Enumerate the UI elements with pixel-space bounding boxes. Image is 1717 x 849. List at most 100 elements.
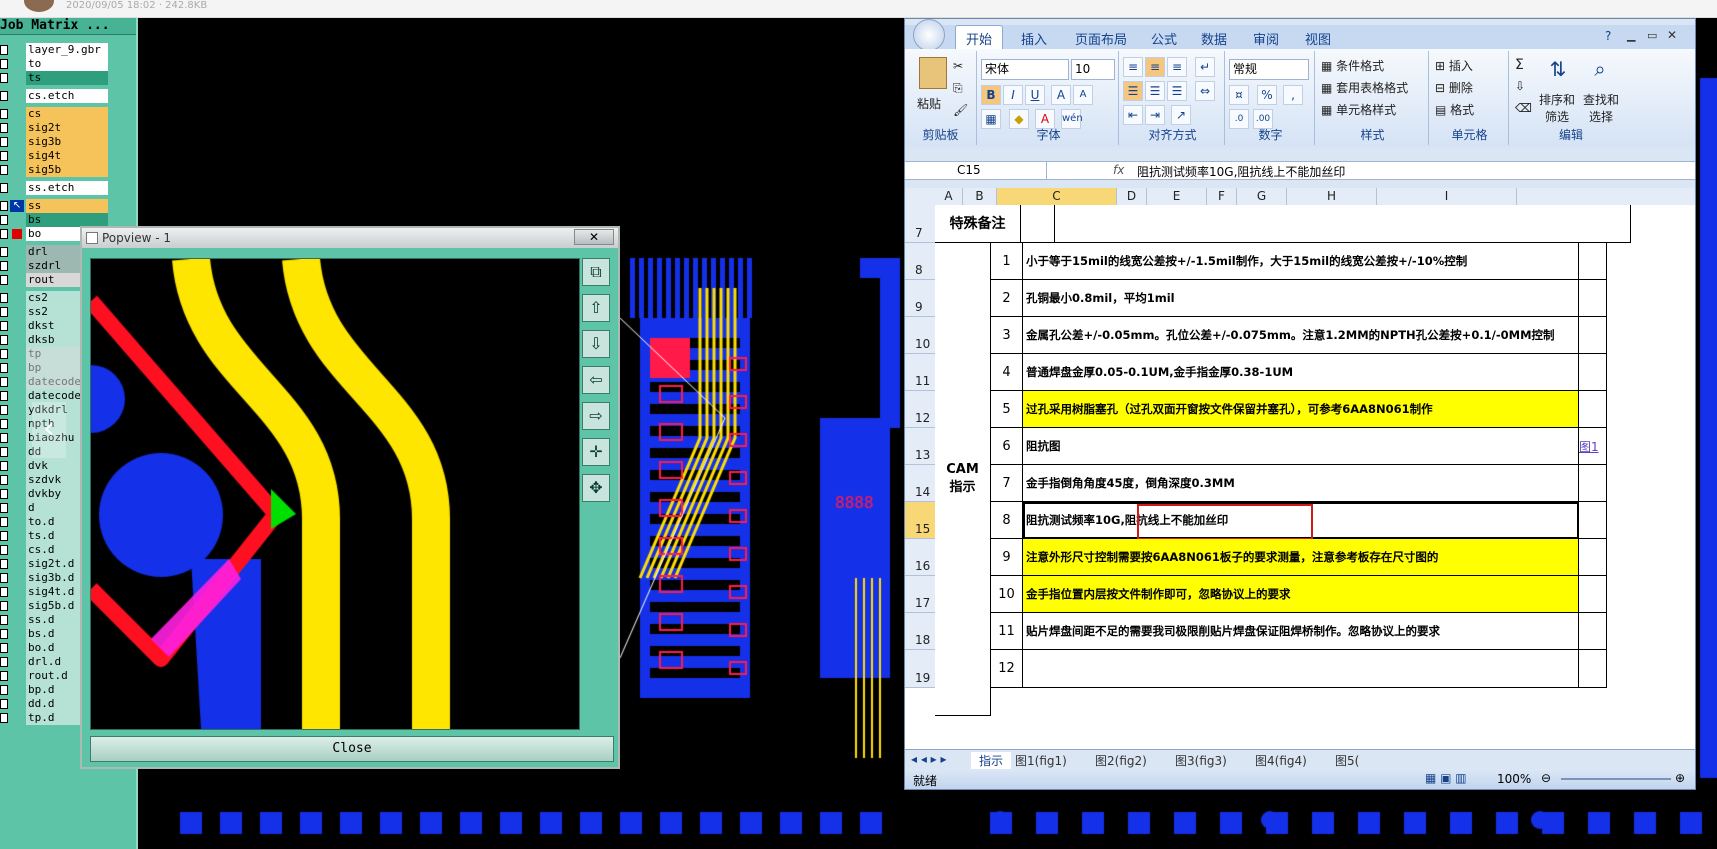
underline-button[interactable]: U xyxy=(1025,85,1045,105)
layer-checkbox[interactable] xyxy=(0,137,8,147)
tab-formulas[interactable]: 公式 xyxy=(1151,29,1177,48)
item-number-cell[interactable]: 8 xyxy=(991,502,1023,539)
comma-icon[interactable]: , xyxy=(1283,85,1303,105)
layer-name[interactable]: ss.etch xyxy=(26,181,108,195)
merge-center-icon[interactable]: ⇔ xyxy=(1195,81,1215,101)
layer-row[interactable]: sig4t xyxy=(0,149,138,163)
layer-checkbox[interactable] xyxy=(0,391,8,401)
zoom-in-icon[interactable]: ✛ xyxy=(582,438,610,466)
layer-checkbox[interactable] xyxy=(0,545,8,555)
bold-button[interactable]: B xyxy=(981,85,1001,105)
help-icon[interactable]: ? xyxy=(1605,29,1611,43)
popview-canvas[interactable] xyxy=(90,258,580,730)
font-name-field[interactable]: 宋体 xyxy=(981,59,1069,80)
grid-cell[interactable] xyxy=(1579,465,1607,502)
item-number-cell[interactable]: 10 xyxy=(991,576,1023,613)
view-icons[interactable]: ▦ ▣ ▥ xyxy=(1425,771,1467,785)
conditional-format-button[interactable]: ▦ 条件格式 xyxy=(1321,57,1384,74)
item-number-cell[interactable]: 2 xyxy=(991,280,1023,317)
layer-checkbox[interactable] xyxy=(0,335,8,345)
column-header[interactable]: C xyxy=(997,188,1117,205)
increase-indent-icon[interactable]: ⇥ xyxy=(1145,105,1165,125)
layer-checkbox[interactable] xyxy=(0,215,8,225)
align-center-icon[interactable]: ☰ xyxy=(1145,81,1165,101)
percent-button[interactable]: % xyxy=(1257,85,1277,105)
fx-icon[interactable]: fx xyxy=(1113,163,1124,177)
grid-cell[interactable] xyxy=(1579,280,1607,317)
grid-cell[interactable] xyxy=(1055,205,1631,243)
column-header[interactable]: I xyxy=(1377,188,1517,205)
layer-checkbox[interactable] xyxy=(0,363,8,373)
grow-font-button[interactable]: A xyxy=(1051,85,1071,105)
grid-cell[interactable] xyxy=(1021,205,1055,243)
currency-icon[interactable]: ¤ xyxy=(1229,85,1249,105)
layer-checkbox[interactable] xyxy=(0,671,8,681)
layer-checkbox[interactable] xyxy=(0,447,8,457)
restore-icon[interactable]: ▭ xyxy=(1647,29,1657,42)
layer-name[interactable]: sig4t xyxy=(26,149,108,163)
instruction-cell[interactable]: 金手指位置内层按文件制作即可，忽略协议上的要求 xyxy=(1023,576,1579,613)
layer-checkbox[interactable] xyxy=(0,503,8,513)
layer-checkbox[interactable] xyxy=(0,629,8,639)
sheet-tab[interactable]: 指示 xyxy=(971,752,1012,769)
sheet-tab[interactable]: 图3(fig3) xyxy=(1175,752,1227,769)
layer-checkbox[interactable] xyxy=(0,601,8,611)
layer-checkbox[interactable] xyxy=(0,45,8,55)
item-number-cell[interactable]: 7 xyxy=(991,465,1023,502)
align-middle-icon[interactable]: ≡ xyxy=(1145,57,1165,77)
formula-input[interactable]: 阻抗测试频率10G,阻抗线上不能加丝印 xyxy=(1137,163,1345,180)
orientation-icon[interactable]: ↗ xyxy=(1171,105,1191,125)
column-header[interactable]: E xyxy=(1147,188,1207,205)
row-header[interactable]: 13 xyxy=(905,428,935,465)
sheet-tab[interactable]: 图5( xyxy=(1335,752,1359,769)
layer-checkbox[interactable] xyxy=(0,307,8,317)
item-number-cell[interactable]: 9 xyxy=(991,539,1023,576)
layer-checkbox[interactable] xyxy=(0,461,8,471)
decrease-indent-icon[interactable]: ⇤ xyxy=(1123,105,1143,125)
grid-cell[interactable] xyxy=(1579,391,1607,428)
layer-checkbox[interactable] xyxy=(0,685,8,695)
row-header[interactable]: 14 xyxy=(905,465,935,502)
prev-arrow[interactable]: ‹ xyxy=(32,402,66,458)
zoom-in-button[interactable]: ⊕ xyxy=(1675,771,1685,785)
sheet-tab[interactable]: 图2(fig2) xyxy=(1095,752,1147,769)
layer-checkbox[interactable] xyxy=(0,559,8,569)
layer-row[interactable]: layer_9.gbr xyxy=(0,43,138,57)
item-number-cell[interactable]: 5 xyxy=(991,391,1023,428)
figure-link[interactable]: 图1 xyxy=(1579,440,1599,454)
insert-button[interactable]: ⊞ 插入 xyxy=(1435,57,1473,74)
instruction-cell[interactable]: 注意外形尺寸控制需要按6AA8N061板子的要求测量，注意参考板存在尺寸图的 xyxy=(1023,539,1579,576)
layer-row[interactable]: cs.etch xyxy=(0,89,138,103)
item-number-cell[interactable]: 3 xyxy=(991,317,1023,354)
item-number-cell[interactable]: 11 xyxy=(991,613,1023,650)
layer-checkbox[interactable] xyxy=(0,293,8,303)
grid-cell[interactable] xyxy=(1579,576,1607,613)
layer-checkbox[interactable] xyxy=(0,229,8,239)
autosum-button[interactable]: Σ xyxy=(1515,57,1524,73)
tab-review[interactable]: 审阅 xyxy=(1253,29,1279,48)
layer-name[interactable]: cs.etch xyxy=(26,89,108,103)
layer-checkbox[interactable] xyxy=(0,405,8,415)
sheet-tab[interactable]: 图4(fig4) xyxy=(1255,752,1307,769)
find-select-icon[interactable]: ⌕ xyxy=(1583,57,1617,89)
column-header[interactable]: D xyxy=(1117,188,1147,205)
layer-checkbox[interactable] xyxy=(0,123,8,133)
close-button[interactable]: Close xyxy=(90,736,614,762)
font-size-field[interactable]: 10 xyxy=(1071,59,1115,80)
layer-row[interactable]: ts xyxy=(0,71,138,85)
row-header[interactable]: 19 xyxy=(905,650,935,688)
instruction-cell[interactable]: 小于等于15mil的线宽公差按+/-1.5mil制作，大于15mil的线宽公差按… xyxy=(1023,243,1579,280)
pan-down-icon[interactable]: ⇩ xyxy=(582,330,610,358)
layer-name[interactable]: bs xyxy=(26,213,108,227)
layer-name[interactable]: to xyxy=(26,57,108,71)
layer-row[interactable]: sig2t xyxy=(0,121,138,135)
tab-home[interactable]: 开始 xyxy=(955,25,1004,51)
layer-checkbox[interactable] xyxy=(0,377,8,387)
column-header[interactable]: H xyxy=(1287,188,1377,205)
row-header[interactable]: 15 xyxy=(905,502,935,539)
column-header[interactable]: A xyxy=(935,188,963,205)
cell-styles-button[interactable]: ▦ 单元格样式 xyxy=(1321,101,1396,118)
row-header[interactable]: 8 xyxy=(905,243,935,280)
layer-checkbox[interactable] xyxy=(0,713,8,723)
find-select-label[interactable]: 查找和选择 xyxy=(1581,91,1621,125)
